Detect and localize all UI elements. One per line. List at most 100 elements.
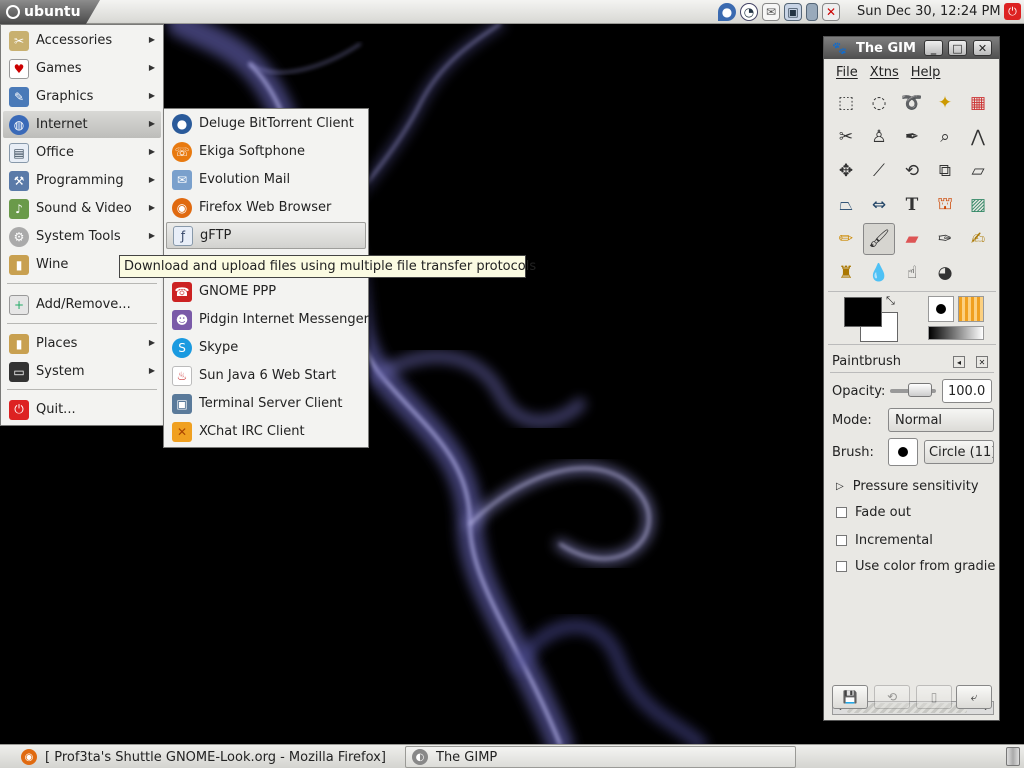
battery-icon[interactable] [806,3,818,21]
tool-options-buttons: 💾 ⟲ ▯ ⤶ [830,685,994,711]
menu-item-graphics[interactable]: ✎ Graphics ▶ [3,83,161,110]
select-by-color-icon[interactable]: ▦ [962,87,994,119]
menu-item-internet[interactable]: ◍ Internet ▶ [3,111,161,138]
menu-separator [7,283,157,284]
menu-item-evolution[interactable]: ✉ Evolution Mail [166,166,366,193]
menu-item-accessories[interactable]: ✂ Accessories ▶ [3,27,161,54]
pencil-icon[interactable]: ✏ [830,223,862,255]
drop-icon[interactable]: ● [718,3,736,21]
menu-help[interactable]: Help [911,65,941,80]
brush-name-field[interactable]: Circle (11) [924,440,994,464]
menu-item-skype[interactable]: S Skype [166,334,366,361]
dodge-burn-icon[interactable]: ◕ [929,257,961,289]
mode-select[interactable]: Normal [888,408,994,432]
task-gimp[interactable]: ◐ The GIMP [405,746,796,768]
menu-item-add-remove[interactable]: + Add/Remove... [3,291,161,318]
fuzzy-select-wand-icon[interactable]: ✦ [929,87,961,119]
shear-icon[interactable]: ▱ [962,155,994,187]
opacity-slider-handle[interactable] [908,383,932,397]
panel-menu-icon[interactable]: ◂ [953,356,965,368]
rotate-icon[interactable]: ⟲ [896,155,928,187]
menu-item-label: Pidgin Internet Messenger [199,312,369,327]
perspective-icon[interactable]: ⏢ [830,189,862,221]
brush-picker-button[interactable] [888,438,918,466]
network-icon[interactable]: ▣ [784,3,802,21]
menu-item-xchat[interactable]: ✕ XChat IRC Client [166,418,366,445]
power-icon[interactable]: ⏻ [1004,3,1021,20]
color-picker-icon[interactable]: ⌕ [929,121,961,153]
opacity-input[interactable]: 100.0 [942,379,992,403]
incremental-checkbox-row[interactable]: Incremental [836,530,996,550]
active-gradient-preview[interactable] [928,326,984,340]
menu-item-ekiga[interactable]: ☏ Ekiga Softphone [166,138,366,165]
save-options-icon[interactable]: 💾 [832,685,868,709]
menu-item-terminal-server-client[interactable]: ▣ Terminal Server Client [166,390,366,417]
menu-item-java-web-start[interactable]: ♨ Sun Java 6 Web Start [166,362,366,389]
close-button[interactable]: ✕ [973,40,992,56]
active-pattern-preview[interactable] [958,296,984,322]
menu-item-system[interactable]: ▭ System ▶ [3,358,161,385]
trash-icon[interactable] [1006,747,1020,766]
menu-item-office[interactable]: ▤ Office ▶ [3,139,161,166]
panel-close-icon[interactable]: ✕ [976,356,988,368]
minimize-button[interactable]: _ [924,40,943,56]
menu-item-places[interactable]: ▮ Places ▶ [3,330,161,357]
clock-app-icon[interactable]: ◔ [740,3,758,21]
crop-knife-icon[interactable]: ⟋ [863,155,895,187]
paths-icon[interactable]: ✒ [896,121,928,153]
menu-item-gnome-ppp[interactable]: ☎ GNOME PPP [166,278,366,305]
menu-item-gftp[interactable]: ƒ gFTP [166,222,366,249]
scale-icon[interactable]: ⧉ [929,155,961,187]
applications-menu-button[interactable]: ubuntu [0,0,100,24]
swap-colors-icon[interactable]: ⤡ [886,294,895,308]
foreground-select-icon[interactable]: ♙ [863,121,895,153]
lasso-icon[interactable]: ➰ [896,87,928,119]
smudge-icon[interactable]: ☝ [896,257,928,289]
menu-item-pidgin[interactable]: ☻ Pidgin Internet Messenger [166,306,369,333]
eraser-icon[interactable]: ▰ [896,223,928,255]
flip-icon[interactable]: ⇔ [863,189,895,221]
gimp-titlebar[interactable]: 🐾 The GIM _ □ ✕ [824,37,999,59]
foreground-color-swatch[interactable] [844,297,882,327]
measure-icon[interactable]: ⋀ [962,121,994,153]
blur-drop-icon[interactable]: 💧 [863,257,895,289]
use-gradient-checkbox-row[interactable]: Use color from gradie [836,556,996,576]
menu-item-system-tools[interactable]: ⚙ System Tools ▶ [3,223,161,250]
ellipse-select-icon[interactable]: ◌ [863,87,895,119]
menu-item-firefox[interactable]: ◉ Firefox Web Browser [166,194,366,221]
menu-item-games[interactable]: ♥ Games ▶ [3,55,161,82]
menu-xtns[interactable]: Xtns [870,65,899,80]
blend-gradient-icon[interactable]: ▨ [962,189,994,221]
clone-stamp-icon[interactable]: ♜ [830,257,862,289]
text-tool-icon[interactable]: T [896,189,928,221]
menu-item-sound-video[interactable]: ♪ Sound & Video ▶ [3,195,161,222]
rect-select-icon[interactable]: ⬚ [830,87,862,119]
ink-icon[interactable]: ✍ [962,223,994,255]
mail-icon[interactable]: ✉ [762,3,780,21]
pressure-sensitivity-expander[interactable]: ▷ Pressure sensitivity [836,476,996,496]
reset-options-icon[interactable]: ⤶ [956,685,992,709]
bucket-fill-icon[interactable]: ⛫ [929,189,961,221]
maximize-button[interactable]: □ [948,40,967,56]
scissors-icon[interactable]: ✂ [830,121,862,153]
menu-item-programming[interactable]: ⚒ Programming ▶ [3,167,161,194]
airbrush-icon[interactable]: ✑ [929,223,961,255]
programming-icon: ⚒ [9,170,29,191]
use-gradient-checkbox[interactable] [836,560,847,572]
move-icon[interactable]: ✥ [830,155,862,187]
menu-separator [7,389,157,390]
volume-muted-icon[interactable]: ✕ [822,3,840,21]
fade-out-checkbox-row[interactable]: Fade out [836,502,996,522]
pidgin-icon: ☻ [172,309,192,330]
fade-out-checkbox[interactable] [836,506,847,518]
incremental-checkbox[interactable] [836,534,847,546]
menu-item-deluge[interactable]: ● Deluge BitTorrent Client [166,110,366,137]
menu-item-quit[interactable]: ⏻ Quit... [3,396,161,423]
task-firefox[interactable]: ◉ [ Prof3ta's Shuttle GNOME-Look.org - M… [14,746,402,768]
submenu-arrow-icon: ▶ [148,119,155,128]
active-brush-preview[interactable] [928,296,954,322]
clock-label[interactable]: Sun Dec 30, 12:24 PM [857,4,1001,19]
tool-grid: ⬚ ◌ ➰ ✦ ▦ ✂ ♙ ✒ ⌕ ⋀ ✥ ⟋ ⟲ ⧉ ▱ ⏢ ⇔ T ⛫ ▨ … [830,87,994,323]
menu-file[interactable]: File [836,65,858,80]
paintbrush-icon[interactable]: 🖌 [863,223,895,255]
